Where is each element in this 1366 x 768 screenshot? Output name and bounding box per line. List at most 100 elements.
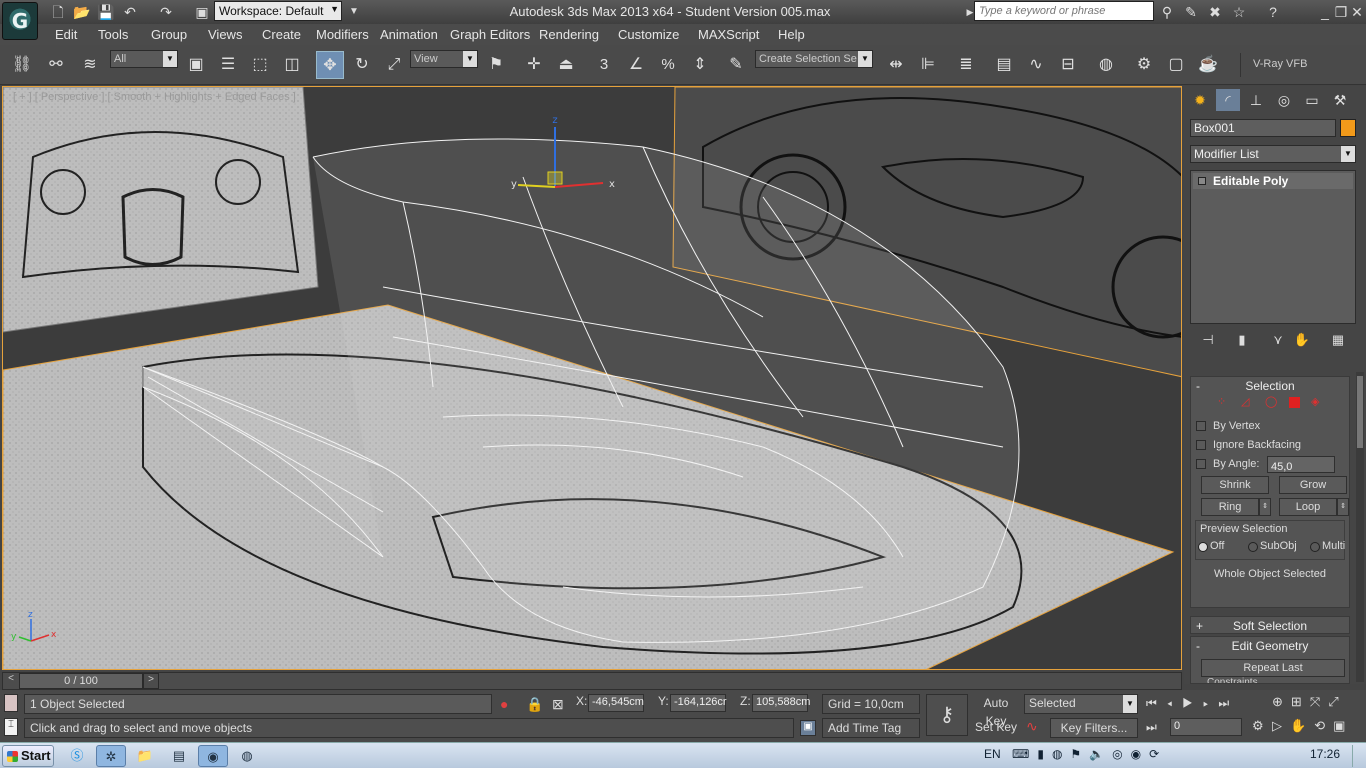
communication-icon[interactable]: ✖ — [1204, 2, 1226, 22]
edit-geometry-header[interactable]: - Edit Geometry — [1191, 637, 1349, 655]
select-manipulate-icon[interactable]: ✛ — [520, 51, 548, 79]
menu-group[interactable]: Group — [151, 27, 187, 42]
zoom-all-icon[interactable]: ⊞ — [1291, 694, 1310, 709]
by-vertex-checkbox[interactable]: By Vertex — [1191, 417, 1349, 436]
select-and-rotate-icon[interactable]: ↻ — [348, 51, 376, 79]
quick-access-menu-icon[interactable]: ▼ — [344, 2, 364, 22]
edit-named-selection-icon[interactable]: ✎ — [722, 51, 750, 79]
pin-stack-icon[interactable]: ⊣ — [1198, 332, 1218, 350]
favorites-star-icon[interactable]: ☆ — [1228, 2, 1250, 22]
binoculars-icon[interactable]: ⚲ — [1156, 2, 1178, 22]
file-explorer-icon[interactable]: 📁 — [130, 745, 160, 767]
tray-flag-icon[interactable]: ⚑ — [1070, 747, 1089, 761]
menu-views[interactable]: Views — [208, 27, 242, 42]
search-input[interactable]: Type a keyword or phrase — [974, 1, 1154, 21]
go-to-end-icon[interactable]: ⏭ — [1218, 696, 1239, 710]
render-setup-icon[interactable]: ⚙ — [1130, 51, 1158, 79]
soft-selection-header[interactable]: + Soft Selection — [1191, 617, 1349, 635]
language-indicator[interactable]: EN — [984, 747, 1001, 761]
mirror-icon[interactable]: ⇹ — [882, 51, 910, 79]
scene-explorer-icon[interactable]: ▤ — [990, 51, 1018, 79]
media-app-icon[interactable]: ▤ — [164, 745, 194, 767]
workspace-dropdown[interactable]: Workspace: Default ▼ — [214, 1, 342, 21]
maxscript-listener-mini[interactable] — [4, 694, 18, 712]
selection-filter-dropdown[interactable]: All ▼ — [110, 50, 178, 68]
auto-key-button[interactable]: Auto Key — [972, 694, 1020, 728]
select-and-move-icon[interactable]: ✥ — [316, 51, 344, 79]
reference-coordinate-dropdown[interactable]: View ▼ — [410, 50, 478, 68]
expand-box-icon[interactable] — [1198, 177, 1206, 185]
close-icon[interactable]: ✕ — [1346, 2, 1366, 22]
skype-icon[interactable]: Ⓢ — [62, 745, 92, 767]
current-frame-field[interactable]: 0 — [1170, 718, 1242, 736]
absolute-mode-icon[interactable]: ⊠ — [552, 696, 564, 713]
menu-maxscript[interactable]: MAXScript — [698, 27, 759, 42]
key-filters-button[interactable]: Key Filters... — [1050, 718, 1138, 738]
previous-frame-icon[interactable]: ◂ — [1167, 696, 1182, 710]
remove-modifier-icon[interactable]: ✋ — [1292, 332, 1312, 350]
keyboard-shortcut-override-icon[interactable]: ⏏ — [552, 51, 580, 79]
rectangular-selection-icon[interactable]: ⬚ — [246, 51, 274, 79]
zoom-extents-all-icon[interactable]: ⤢ — [1328, 694, 1346, 709]
repeat-last-button[interactable]: Repeat Last — [1201, 659, 1345, 677]
app-logo-button[interactable]: G — [2, 2, 38, 40]
network-app-icon[interactable]: ✲ — [96, 745, 126, 767]
element-level-icon[interactable]: ◈ — [1311, 395, 1325, 409]
tray-app-icon[interactable]: ◎ — [1112, 747, 1130, 761]
selection-lock-icon[interactable]: 🔒 — [526, 696, 543, 713]
subscription-icon[interactable]: ✎ — [1180, 2, 1202, 22]
play-icon[interactable]: ▶ — [1182, 696, 1203, 710]
menu-help[interactable]: Help — [778, 27, 805, 42]
viewport-label[interactable]: [ + ] [ Perspective ] [ Smooth + Highlig… — [13, 91, 296, 103]
render-teapot-icon[interactable]: ☕ — [1194, 51, 1222, 79]
select-and-scale-icon[interactable]: ⤢ — [380, 51, 408, 79]
vray-vfb-button[interactable]: V-Ray VFB — [1240, 53, 1364, 77]
time-slider[interactable]: < 0 / 100 > — [2, 672, 1182, 690]
time-configuration-icon[interactable]: ⚙ — [1252, 718, 1270, 733]
menu-graph-editors[interactable]: Graph Editors — [450, 27, 530, 42]
preview-off-radio[interactable]: Off — [1198, 540, 1224, 552]
layer-manager-icon[interactable]: ≣ — [952, 51, 980, 79]
key-mode-toggle-icon[interactable]: ⏭ — [1146, 720, 1157, 735]
help-icon[interactable]: ? — [1262, 2, 1284, 22]
field-of-view-icon[interactable]: ▷ — [1272, 718, 1290, 733]
x-coord-field[interactable]: -46,545cm — [588, 694, 644, 712]
3dsmax-taskbar-icon[interactable]: ◉ — [198, 745, 228, 767]
scrollbar-thumb[interactable] — [1357, 376, 1363, 448]
menu-edit[interactable]: Edit — [55, 27, 77, 42]
loop-button[interactable]: Loop — [1279, 498, 1337, 516]
selection-rollout-header[interactable]: - Selection — [1191, 377, 1349, 395]
link-icon[interactable]: ⛓ — [8, 51, 36, 79]
zoom-icon[interactable]: ⊕ — [1272, 694, 1291, 709]
display-tab-icon[interactable]: ▭ — [1300, 89, 1324, 111]
polygon-level-icon[interactable] — [1289, 397, 1300, 408]
stack-item-editable-poly[interactable]: Editable Poly — [1193, 173, 1353, 189]
y-coord-field[interactable]: -164,126cr — [670, 694, 727, 712]
align-icon[interactable]: ⊫ — [914, 51, 942, 79]
create-tab-icon[interactable]: ✹ — [1188, 89, 1212, 111]
object-name-field[interactable]: Box001 — [1190, 119, 1336, 137]
loop-spinner-icon[interactable]: ⇕ — [1337, 498, 1349, 516]
ignore-backfacing-checkbox[interactable]: Ignore Backfacing — [1191, 436, 1349, 455]
bind-space-warp-icon[interactable]: ≋ — [76, 51, 104, 79]
curve-editor-icon[interactable]: ∿ — [1022, 51, 1050, 79]
tray-chrome-icon[interactable]: ◉ — [1131, 747, 1149, 761]
show-desktop-button[interactable] — [1352, 745, 1364, 767]
unlink-icon[interactable]: ⚯ — [42, 51, 70, 79]
add-time-tag-field[interactable]: Add Time Tag — [822, 718, 920, 738]
maximize-viewport-icon[interactable]: ▣ — [1333, 718, 1353, 733]
angle-spinner[interactable]: 45,0 — [1267, 456, 1335, 473]
menu-customize[interactable]: Customize — [618, 27, 679, 42]
border-level-icon[interactable]: ◯ — [1265, 395, 1279, 409]
next-frame-icon[interactable]: > — [143, 673, 159, 689]
new-file-icon[interactable]: 🗋 — [48, 2, 68, 22]
set-key-button[interactable]: Set Key — [972, 718, 1020, 738]
show-end-result-icon[interactable]: ▮ — [1232, 332, 1252, 350]
modify-tab-icon[interactable]: ◜ — [1216, 89, 1240, 111]
time-slider-thumb[interactable]: 0 / 100 — [19, 673, 143, 689]
pan-view-icon[interactable]: ✋ — [1290, 718, 1314, 733]
menu-create[interactable]: Create — [262, 27, 301, 42]
z-coord-field[interactable]: 105,588cm — [752, 694, 810, 712]
tray-battery-icon[interactable]: ▮ — [1037, 747, 1052, 761]
orbit-icon[interactable]: ⟲ — [1314, 718, 1333, 733]
